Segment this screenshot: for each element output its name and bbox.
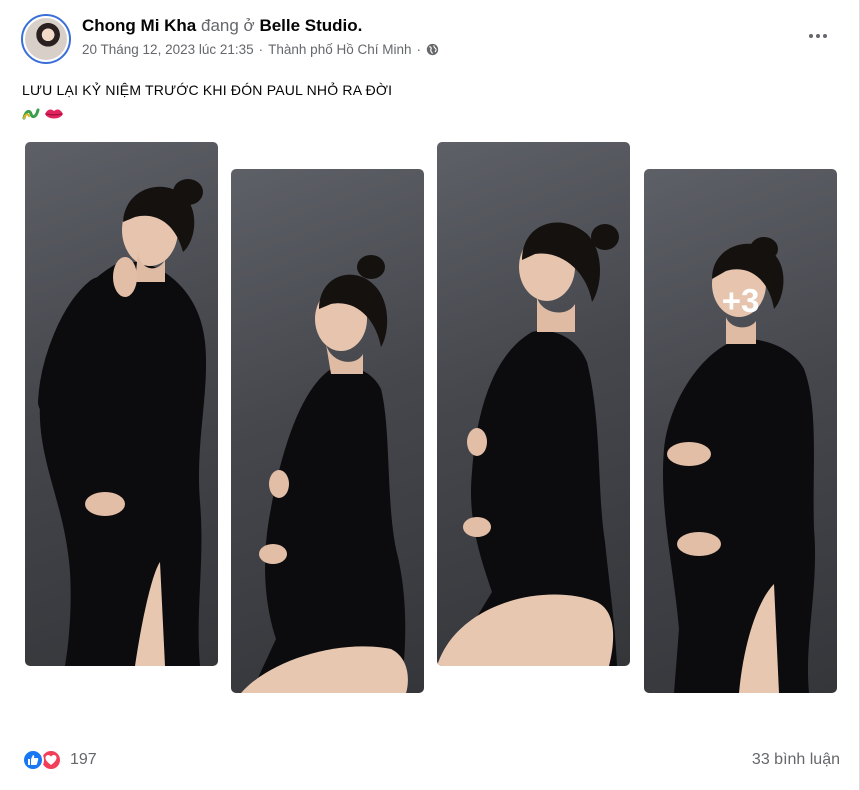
more-options-button[interactable] <box>800 22 836 50</box>
dot-icon <box>816 34 820 38</box>
author-avatar[interactable] <box>21 14 71 64</box>
post-caption: LƯU LẠI KỶ NIỆM TRƯỚC KHI ĐÓN PAUL NHỎ R… <box>22 82 393 98</box>
maternity-photo-3[interactable] <box>437 142 630 666</box>
meta-separator: · <box>258 42 264 57</box>
dot-icon <box>809 34 813 38</box>
post-timestamp[interactable]: 20 Tháng 12, 2023 lúc 21:35 <box>82 42 254 57</box>
facebook-post: Chong Mi Kha đang ở Belle Studio. 20 Thá… <box>0 0 860 790</box>
wavy-squiggle-emoji <box>22 108 40 120</box>
author-name[interactable]: Chong Mi Kha <box>82 16 196 35</box>
photo-2-image <box>241 255 408 693</box>
maternity-photo-2[interactable] <box>231 169 424 693</box>
location-connector: đang ở <box>201 16 255 35</box>
reaction-count: 197 <box>70 751 97 768</box>
photo-1-image <box>38 179 207 666</box>
like-icon <box>22 749 44 771</box>
comment-count-link[interactable]: 33 bình luận <box>752 751 840 769</box>
dot-icon <box>823 34 827 38</box>
photo-3-image <box>437 222 619 666</box>
post-location[interactable]: Thành phố Hồ Chí Minh <box>268 42 411 57</box>
globe-icon[interactable] <box>426 43 439 56</box>
more-photos-count[interactable]: +3 <box>644 169 837 693</box>
caption-emoji-row <box>22 106 64 122</box>
maternity-photo-4[interactable]: +3 <box>644 169 837 693</box>
maternity-photo-1[interactable] <box>25 142 218 666</box>
post-meta: 20 Tháng 12, 2023 lúc 21:35 · Thành phố … <box>82 42 439 57</box>
meta-separator-2: · <box>416 42 422 57</box>
lips-emoji <box>45 109 63 119</box>
checkin-place[interactable]: Belle Studio. <box>259 16 362 35</box>
reaction-summary[interactable]: 197 <box>22 749 97 771</box>
post-header: Chong Mi Kha đang ở Belle Studio. <box>82 16 362 36</box>
